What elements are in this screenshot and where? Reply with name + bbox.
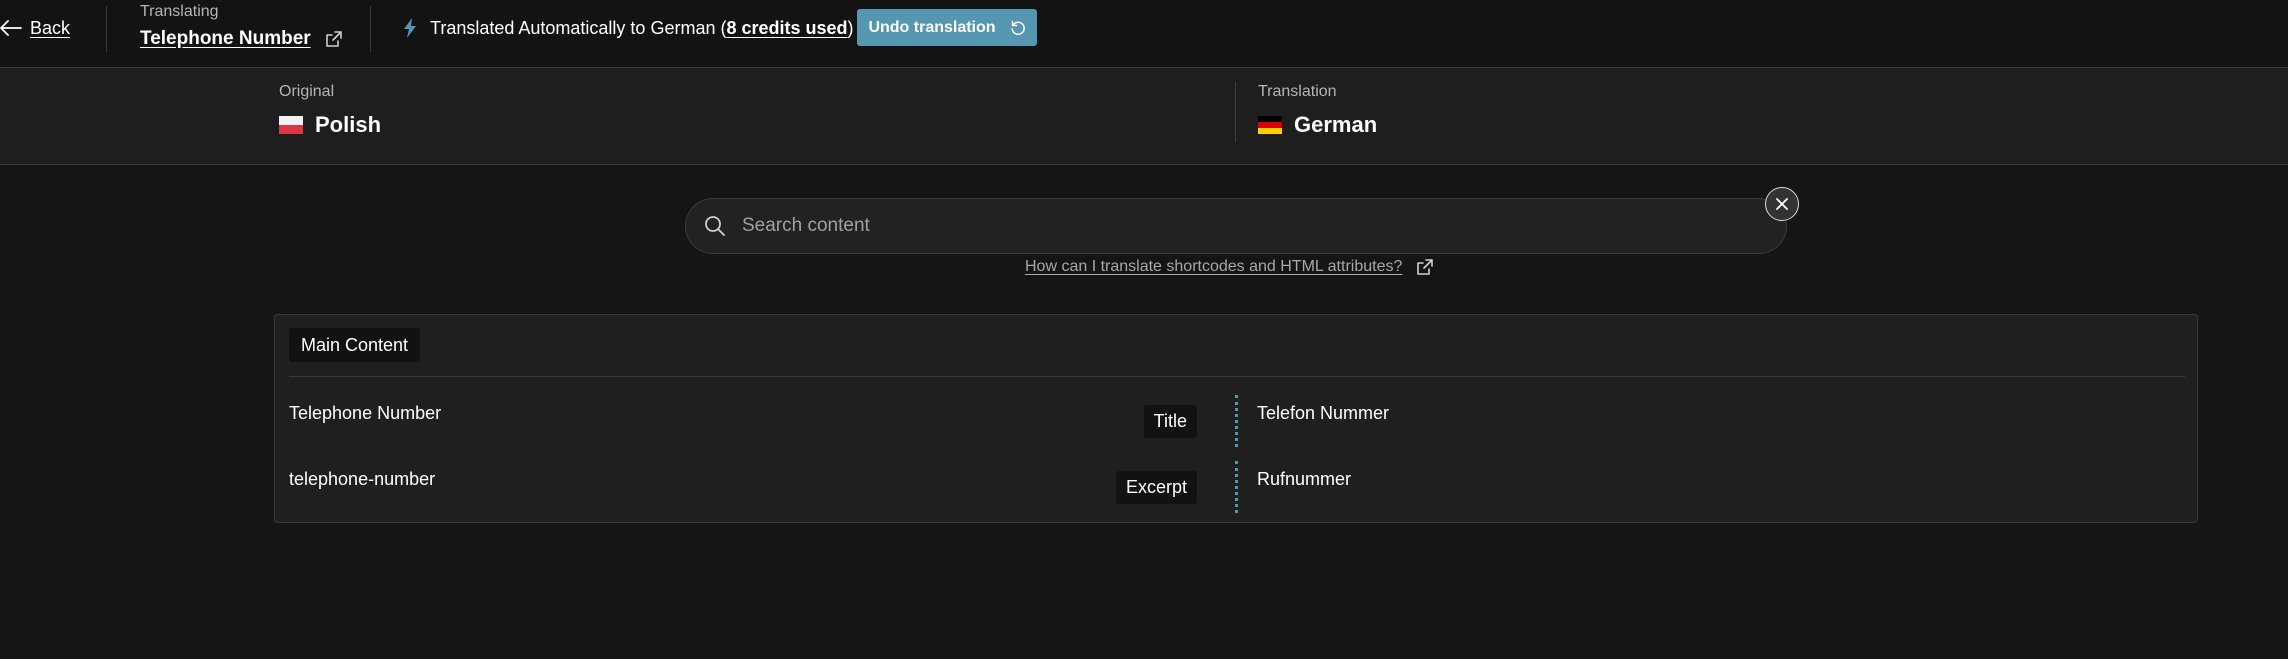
translating-info: Translating Telephone Number [140, 2, 343, 50]
clear-search-button[interactable] [1765, 187, 1799, 221]
section-label: Main Content [289, 328, 421, 362]
translation-text[interactable]: Rufnummer [1257, 469, 1351, 490]
top-bar: Back Translating Telephone Number Transl… [0, 0, 2288, 68]
back-label: Back [30, 17, 71, 38]
language-divider [1235, 82, 1236, 142]
translation-caption: Translation [1258, 83, 1337, 100]
divider [106, 6, 107, 52]
translation-language-name: German [1294, 112, 1378, 137]
content-row: Telephone Number Title Telefon Nummer [275, 395, 2197, 453]
original-caption: Original [279, 83, 335, 100]
credits-used-link[interactable]: 8 credits used [726, 18, 847, 39]
flag-germany-icon [1258, 116, 1282, 134]
back-link[interactable]: Back [0, 14, 70, 42]
row-divider [1235, 461, 1238, 513]
translation-text[interactable]: Telefon Nummer [1257, 403, 1389, 424]
external-link-icon[interactable] [325, 30, 343, 48]
shortcodes-help-link[interactable]: How can I translate shortcodes and HTML … [1025, 255, 1434, 279]
undo-icon [1010, 20, 1025, 35]
search-box [685, 198, 1787, 254]
original-text: Telephone Number [289, 403, 442, 423]
language-bar: Original Polish Translation German [0, 68, 2288, 165]
original-text: telephone-number [289, 469, 436, 489]
undo-translation-label: Undo translation [868, 18, 996, 36]
content-card: Main Content Telephone Number Title Tele… [274, 314, 2198, 523]
translation-status: Translated Automatically to German (8 cr… [402, 14, 854, 42]
original-language-name: Polish [315, 112, 382, 137]
divider [370, 6, 371, 52]
undo-translation-button[interactable]: Undo translation [857, 9, 1037, 46]
search-icon [705, 216, 725, 236]
field-badge: Excerpt [1115, 471, 1197, 504]
flag-poland-icon [279, 116, 303, 134]
original-language: Original Polish [279, 82, 381, 138]
field-badge: Title [1143, 405, 1197, 438]
translation-language: Translation German [1258, 82, 1377, 138]
section-divider [289, 376, 2185, 377]
post-title-link[interactable]: Telephone Number [140, 28, 311, 50]
content-row: telephone-number Excerpt Rufnummer [275, 461, 2197, 519]
status-prefix: Translated Automatically to German ( [430, 17, 727, 38]
row-divider [1235, 395, 1238, 447]
lightning-bolt-icon [404, 18, 416, 38]
help-link-text: How can I translate shortcodes and HTML … [1025, 258, 1403, 275]
status-suffix: ) [847, 17, 854, 38]
translating-label: Translating [140, 3, 219, 20]
external-link-icon [1417, 259, 1434, 275]
arrow-left-icon [0, 20, 22, 36]
search-input[interactable] [740, 214, 1640, 238]
close-icon [1776, 198, 1788, 210]
